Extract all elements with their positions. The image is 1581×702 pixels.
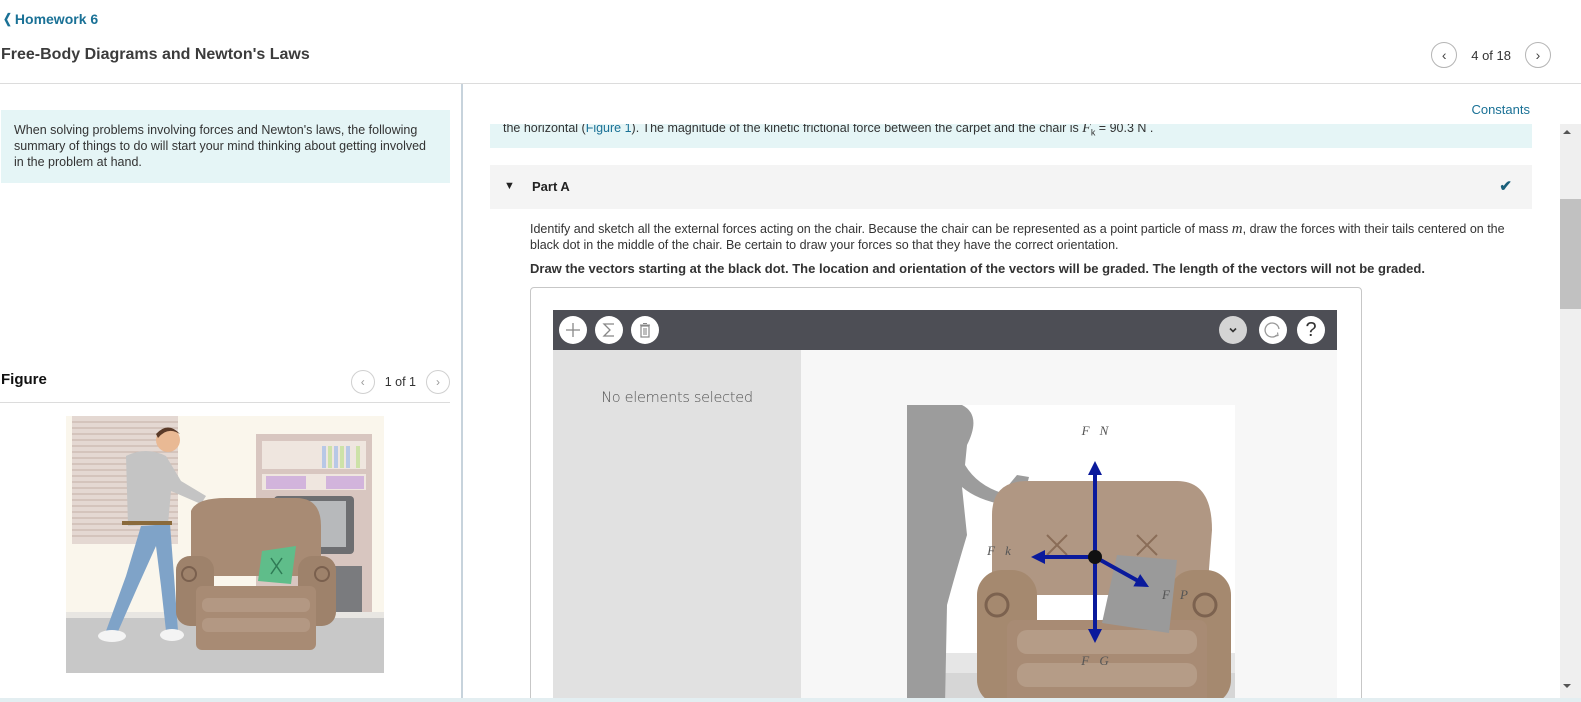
- drawing-canvas[interactable]: F⃗N F⃗k F⃗G F⃗P: [801, 350, 1337, 702]
- dropdown-icon: [1229, 327, 1237, 333]
- item-pager-text: 4 of 18: [1471, 47, 1511, 63]
- figure-pager: ‹ 1 of 1 ›: [350, 370, 450, 394]
- bottom-border: [0, 698, 1581, 702]
- armchair: [977, 481, 1231, 702]
- constants-link[interactable]: Constants: [1471, 102, 1530, 117]
- collapse-triangle-icon: ▼: [504, 180, 515, 192]
- part-a-label: Part A: [532, 179, 570, 194]
- variable-m: m: [1231, 221, 1243, 237]
- sum-vector-button[interactable]: [595, 316, 623, 344]
- vector-drawing-tool: ? No elements selected F⃗N F⃗k F⃗G F⃗P: [530, 287, 1362, 702]
- free-body-diagram: F⃗N F⃗k F⃗G F⃗P: [907, 405, 1235, 702]
- armchair: [176, 498, 336, 650]
- help-button[interactable]: ?: [1297, 316, 1325, 344]
- chevron-left-icon: ‹: [1441, 47, 1447, 63]
- reset-button[interactable]: [1259, 316, 1287, 344]
- left-panel: When solving problems involving forces a…: [0, 84, 463, 702]
- help-icon: ?: [1305, 318, 1317, 341]
- header: ❮ Homework 6 Free-Body Diagrams and Newt…: [0, 0, 1581, 84]
- scroll-down-arrow-icon[interactable]: [1563, 684, 1571, 688]
- chevron-right-icon: ›: [436, 375, 440, 389]
- figure-image[interactable]: [66, 416, 384, 673]
- delete-button[interactable]: [631, 316, 659, 344]
- problem-text: ). The magnitude of the kinetic friction…: [631, 124, 1083, 135]
- right-panel: Constants the horizontal (Figure 1). The…: [465, 84, 1558, 702]
- figure-pager-text: 1 of 1: [384, 375, 416, 389]
- part-a-bold-instructions: Draw the vectors starting at the black d…: [530, 261, 1425, 276]
- vector-label: F⃗P: [1161, 587, 1188, 602]
- scrollbar-thumb[interactable]: [1560, 199, 1581, 309]
- page-title: Free-Body Diagrams and Newton's Laws: [1, 46, 310, 63]
- chevron-left-icon: ❮: [3, 11, 12, 26]
- options-dropdown-button[interactable]: [1219, 316, 1247, 344]
- element-properties-panel: No elements selected: [553, 350, 801, 702]
- scroll-up-arrow-icon[interactable]: [1563, 130, 1571, 134]
- chevron-right-icon: ›: [1535, 47, 1541, 63]
- add-icon: [566, 323, 580, 337]
- figure-header: Figure ‹ 1 of 1 ›: [0, 367, 450, 403]
- next-item-button[interactable]: ›: [1525, 42, 1551, 68]
- vector-label: F⃗N: [1081, 423, 1110, 438]
- previous-figure-button[interactable]: ‹: [350, 370, 375, 394]
- center-dot[interactable]: [1088, 550, 1102, 564]
- vector-label: F⃗G: [1080, 653, 1109, 668]
- figure-title: Figure: [1, 371, 47, 388]
- intro-text: When solving problems involving forces a…: [1, 110, 450, 183]
- vector-label: F⃗k: [986, 543, 1011, 558]
- drawing-toolbar: ?: [553, 310, 1337, 350]
- trash-icon: [640, 322, 650, 338]
- friction-value: = 90.3 N .: [1095, 124, 1154, 135]
- next-figure-button[interactable]: ›: [426, 370, 450, 394]
- variable-F: F: [1082, 124, 1091, 136]
- back-link-label: Homework 6: [14, 11, 99, 27]
- add-vector-button[interactable]: [559, 316, 587, 344]
- reset-icon: [1264, 322, 1280, 338]
- no-selection-message: No elements selected: [601, 390, 753, 406]
- instruction-text: Identify and sketch all the external for…: [530, 222, 1232, 236]
- sum-icon: [602, 323, 614, 337]
- chair-diagram[interactable]: F⃗N F⃗k F⃗G F⃗P: [907, 405, 1235, 702]
- part-a-instructions: Identify and sketch all the external for…: [530, 221, 1525, 253]
- figure-illustration: [66, 416, 384, 673]
- figure-link[interactable]: Figure 1: [586, 124, 632, 135]
- back-to-homework-link[interactable]: ❮ Homework 6: [2, 11, 98, 27]
- vertical-scrollbar[interactable]: [1560, 124, 1581, 702]
- checkmark-icon: ✔: [1499, 178, 1512, 195]
- previous-item-button[interactable]: ‹: [1431, 42, 1458, 68]
- problem-text: the horizontal (: [503, 124, 586, 135]
- item-pager: ‹ 4 of 18 ›: [1431, 42, 1551, 68]
- chevron-left-icon: ‹: [360, 375, 365, 389]
- problem-statement: the horizontal (Figure 1). The magnitude…: [490, 124, 1532, 148]
- part-a-header[interactable]: ▼ Part A ✔: [490, 165, 1532, 209]
